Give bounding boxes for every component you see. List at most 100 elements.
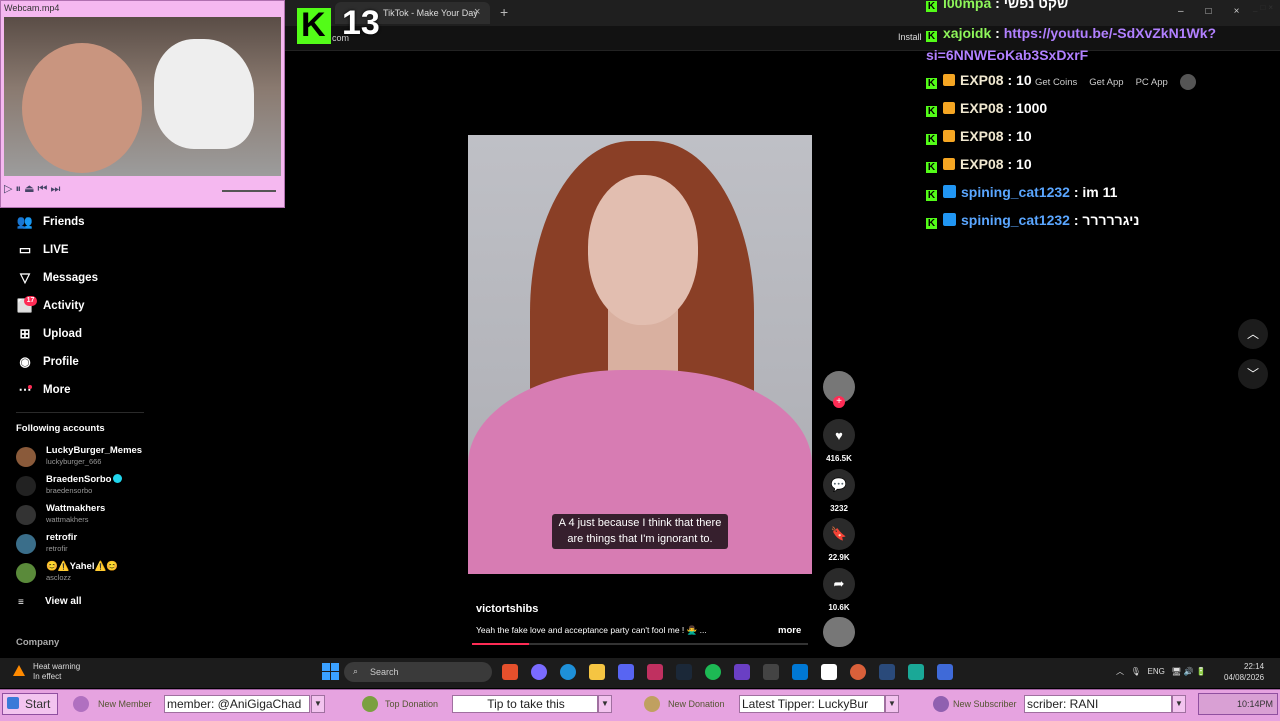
sidebar-item-messages[interactable]: ▽ Messages <box>16 264 98 292</box>
like-action[interactable]: ♥ 416.5K <box>823 419 855 463</box>
brave-icon[interactable] <box>502 664 518 680</box>
top-donation-field[interactable]: Tip to take this <box>452 695 598 713</box>
more-icon: ⋯ <box>18 382 32 397</box>
supporter-badge-icon <box>943 158 955 170</box>
verified-icon <box>113 474 123 483</box>
sidebar-item-upload[interactable]: ⊞ Upload <box>16 320 82 348</box>
sidebar-item-live[interactable]: ▭ LIVE <box>16 236 69 264</box>
video-player[interactable] <box>468 135 812 574</box>
weather-widget[interactable]: Heat warning In effect <box>33 662 80 682</box>
media-controls[interactable]: ▷ ⏸ ⏏ ⏮ ⏭ <box>4 182 60 196</box>
avatar <box>16 563 36 583</box>
chat-message: K EXP08 : 10 <box>926 156 1032 173</box>
install-button[interactable]: Install <box>898 32 922 42</box>
new-member-label: New Member <box>98 699 152 709</box>
system-clock[interactable]: 22:14 04/08/2026 <box>1224 661 1264 683</box>
top-donation-label: Top Donation <box>385 699 439 709</box>
new-member-dropdown[interactable]: ▼ <box>311 695 325 713</box>
volume-slider[interactable] <box>222 190 276 192</box>
previous-video-button[interactable]: ︿ <box>1238 319 1268 349</box>
claude-icon[interactable] <box>850 664 866 680</box>
list-icon: ≡ <box>18 597 24 608</box>
comment-icon: 💬 <box>823 469 855 501</box>
chat-message: Kl00mpa : שקט נפשי <box>926 0 1069 12</box>
supporter-badge-icon <box>943 74 955 86</box>
app-icon[interactable] <box>937 664 953 680</box>
language-indicator: ENG <box>1147 667 1165 676</box>
comment-action[interactable]: 💬 3232 <box>823 469 855 513</box>
chat-message: Kxajoidk : https://youtu.be/-SdXvZkN1Wk?… <box>926 25 1217 63</box>
copilot-icon[interactable] <box>531 664 547 680</box>
activity-badge: 17 <box>24 296 37 306</box>
app-icon[interactable] <box>908 664 924 680</box>
company-link[interactable]: Company <box>16 637 59 648</box>
new-donation-icon <box>644 696 660 712</box>
sidebar-item-friends[interactable]: 👥 Friends <box>16 208 85 236</box>
get-coins-button[interactable]: Get Coins <box>1035 77 1077 88</box>
chat-message: K EXP08 : 1000 <box>926 100 1048 117</box>
steam-icon[interactable] <box>676 664 692 680</box>
window-controls[interactable]: –□× <box>1178 6 1261 17</box>
save-action[interactable]: 🔖 22.9K <box>823 518 855 562</box>
following-title: Following accounts <box>16 423 105 434</box>
pc-app-button[interactable]: PC App <box>1136 77 1168 88</box>
app-icon[interactable] <box>763 664 779 680</box>
new-subscriber-dropdown[interactable]: ▼ <box>1172 695 1186 713</box>
new-tab-button[interactable]: + <box>500 4 508 20</box>
live-icon: ▭ <box>18 242 32 257</box>
tab-close-icon[interactable]: × <box>474 6 480 18</box>
video-caption: A 4 just because I think that there are … <box>552 514 728 549</box>
kick-badge-icon: K <box>926 1 937 12</box>
avatar <box>16 476 36 496</box>
video-description: Yeah the fake love and acceptance party … <box>476 625 707 635</box>
user-avatar[interactable] <box>1179 74 1196 90</box>
more-button[interactable]: more <box>778 625 801 636</box>
new-subscriber-field[interactable]: scriber: RANI <box>1024 695 1172 713</box>
new-member-field[interactable]: member: @AniGigaChad <box>164 695 310 713</box>
share-action[interactable]: ➦ 10.6K <box>823 568 855 612</box>
file-explorer-icon[interactable] <box>589 664 605 680</box>
alerts-clock: 10:14PM <box>1198 693 1278 715</box>
music-disc-avatar[interactable] <box>823 617 855 647</box>
sub-badge-icon <box>943 213 956 226</box>
more-notification-dot <box>28 385 32 389</box>
app-icon[interactable] <box>734 664 750 680</box>
discord-icon[interactable] <box>618 664 634 680</box>
new-donation-label: New Donation <box>668 699 725 709</box>
next-video-button[interactable]: ﹀ <box>1238 359 1268 389</box>
sidebar-item-profile[interactable]: ◉ Profile <box>16 348 78 376</box>
vscode-icon[interactable] <box>792 664 808 680</box>
search-icon: ⌕ <box>353 666 359 676</box>
notepad-icon[interactable] <box>821 664 837 680</box>
supporter-badge-icon <box>943 102 955 114</box>
system-tray[interactable]: ︿ 🎙 ENG 🖥 🔊 🔋 <box>1116 666 1206 677</box>
sidebar-item-more[interactable]: ⋯ More <box>16 376 71 404</box>
video-author[interactable]: victortshibs <box>476 603 538 615</box>
store-icon[interactable] <box>647 664 663 680</box>
view-all-link[interactable]: View all <box>45 596 82 607</box>
taskbar-search[interactable]: Search <box>344 662 492 682</box>
edge-icon[interactable] <box>560 664 576 680</box>
new-donation-dropdown[interactable]: ▼ <box>885 695 899 713</box>
spotify-icon[interactable] <box>705 664 721 680</box>
kick-badge-icon: K <box>926 162 937 173</box>
get-app-button[interactable]: Get App <box>1089 77 1123 88</box>
windows-start-icon[interactable] <box>322 663 339 680</box>
avatar <box>16 447 36 467</box>
sidebar-divider <box>16 412 144 413</box>
supporter-badge-icon <box>943 130 955 142</box>
video-progress-fill <box>472 643 530 645</box>
new-donation-field[interactable]: Latest Tipper: LuckyBur <box>739 695 885 713</box>
profile-icon: ◉ <box>19 354 31 369</box>
steam-icon[interactable] <box>879 664 895 680</box>
kick-badge-icon: K <box>926 31 937 42</box>
sub-badge-icon <box>943 185 956 198</box>
kick-badge-icon: K <box>926 218 937 229</box>
top-donation-dropdown[interactable]: ▼ <box>598 695 612 713</box>
follow-plus-icon[interactable]: + <box>833 396 845 408</box>
heat-warning-icon <box>13 665 25 676</box>
chat-message: K EXP08 : 10 <box>926 128 1032 145</box>
avatar <box>16 534 36 554</box>
webcam-window-buttons[interactable]: _□× <box>1253 3 1276 12</box>
webcam-video <box>4 17 281 176</box>
